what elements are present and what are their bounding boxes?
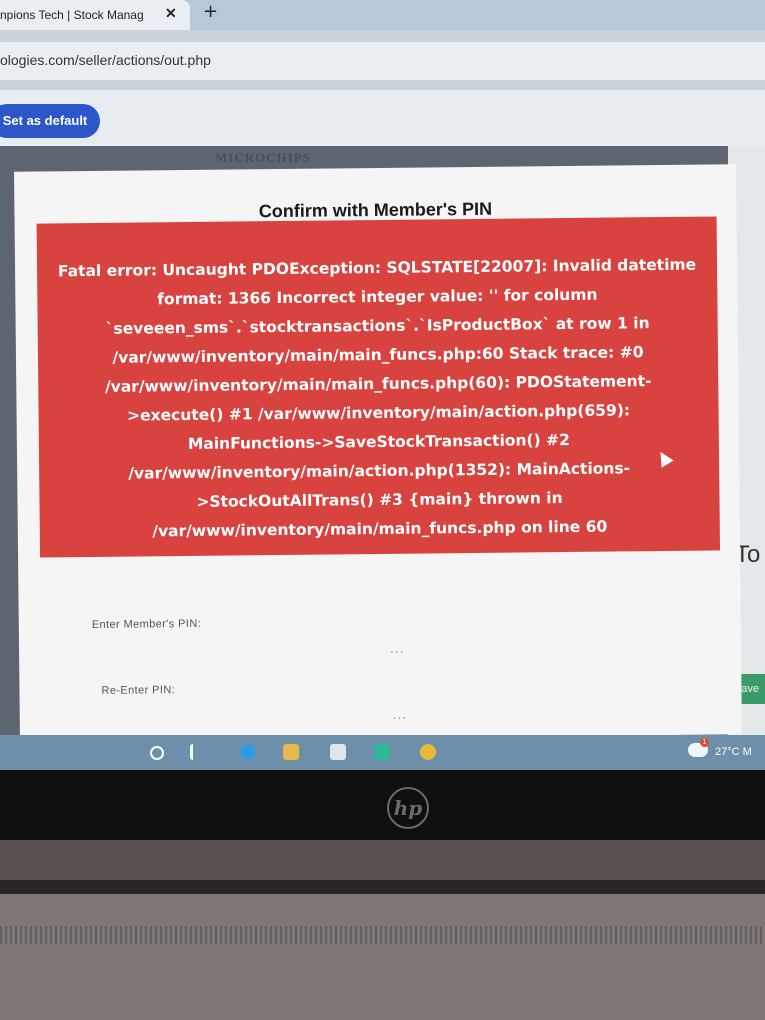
search-icon[interactable]	[150, 746, 164, 760]
default-browser-infobar: Set as default	[0, 90, 765, 146]
url-text: ologies.com/seller/actions/out.php	[0, 52, 211, 68]
category-label: MICROCHIPS	[215, 150, 311, 165]
laptop-screen: npions Tech | Stock Manag ✕ + ologies.co…	[0, 0, 765, 770]
speaker-grille	[0, 926, 765, 944]
member-pin-input[interactable]: ...	[390, 642, 405, 656]
edge-browser-icon[interactable]	[240, 744, 256, 760]
reenter-pin-label: Re-Enter PIN:	[101, 684, 176, 697]
browser-tab[interactable]: npions Tech | Stock Manag ✕	[0, 0, 190, 30]
tab-strip: npions Tech | Stock Manag ✕ +	[0, 0, 765, 30]
chrome-icon[interactable]	[420, 744, 436, 760]
reenter-pin-input[interactable]: ...	[393, 708, 408, 722]
laptop-bezel: hp	[0, 770, 765, 840]
close-tab-icon[interactable]: ✕	[165, 5, 177, 22]
file-explorer-icon[interactable]	[283, 744, 299, 760]
task-view-icon[interactable]	[190, 744, 199, 760]
error-line: /var/www/inventory/main/main_funcs.php o…	[152, 517, 608, 541]
calendar-icon[interactable]	[330, 744, 346, 760]
temperature-readout: 27°C M	[715, 746, 752, 758]
tab-title: npions Tech | Stock Manag	[0, 8, 144, 22]
pin-confirm-modal: Confirm with Member's PIN Fatal error: U…	[14, 164, 742, 742]
mail-icon[interactable]	[374, 744, 390, 760]
taskbar: 1 27°C M	[0, 735, 765, 770]
weather-badge: 1	[700, 738, 709, 747]
new-tab-icon[interactable]: +	[203, 1, 218, 22]
member-pin-label: Enter Member's PIN:	[91, 617, 202, 632]
hp-logo: hp	[387, 787, 429, 829]
laptop-deck	[0, 894, 765, 1020]
fatal-error-box: Fatal error: Uncaught PDOException: SQLS…	[36, 216, 721, 558]
set-as-default-button[interactable]: Set as default	[0, 104, 100, 138]
hinge-shadow	[0, 880, 765, 894]
address-bar[interactable]: ologies.com/seller/actions/out.php	[0, 42, 765, 80]
